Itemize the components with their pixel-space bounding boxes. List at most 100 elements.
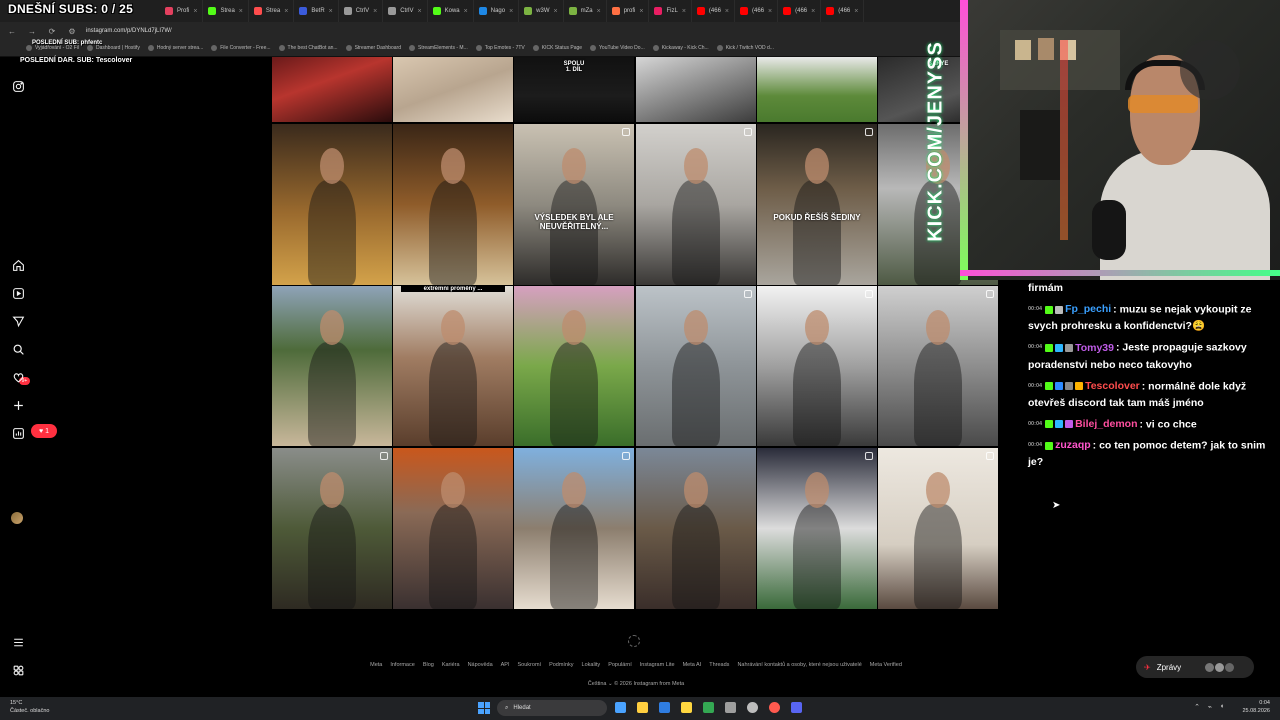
browser-tab[interactable]: Profi × [160,0,204,22]
post-thumbnail[interactable] [636,57,756,122]
footer-link[interactable]: Populární [608,662,632,668]
footer-link[interactable]: Nahrávání kontaktů a osoby, které nejsou… [737,662,861,668]
footer-language-copyright[interactable]: Čeština ⌄ © 2026 Instagram from Meta [272,681,1000,687]
close-icon[interactable]: × [811,8,815,15]
footer-link[interactable]: Lokality [582,662,601,668]
taskbar-app-icon[interactable] [703,702,714,713]
post-thumbnail[interactable] [393,57,513,122]
post-thumbnail[interactable]: POKUD ŘEŠÍŠ ŠEDINY [757,124,877,285]
footer-link[interactable]: Kariéra [442,662,460,668]
close-icon[interactable]: × [639,8,643,15]
home-icon[interactable] [11,258,25,272]
browser-tab[interactable]: w3W × [519,0,564,22]
browser-tab[interactable]: (466 × [778,0,822,22]
browser-tab[interactable]: BetR × [294,0,339,22]
close-icon[interactable]: × [193,8,197,15]
taskbar-app-icon[interactable] [659,702,670,713]
post-thumbnail[interactable] [878,448,998,609]
close-icon[interactable]: × [682,8,686,15]
instagram-icon[interactable] [11,79,25,93]
close-icon[interactable]: × [854,8,858,15]
bookmark-item[interactable]: Streamer Dashboard [345,45,401,51]
post-thumbnail[interactable]: extrémní proměny ... [393,286,513,446]
post-thumbnail[interactable]: VÝSLEDEK BYL ALE NEUVĚŘITELNÝ... [514,124,634,285]
footer-link[interactable]: Informace [390,662,414,668]
close-icon[interactable]: × [284,8,288,15]
browser-tab[interactable]: mZa × [564,0,607,22]
close-icon[interactable]: × [597,8,601,15]
footer-link[interactable]: Meta AI [683,662,702,668]
footer-link[interactable]: Meta [370,662,382,668]
profile-avatar[interactable] [11,512,23,524]
post-thumbnail[interactable]: SPOLU 1. DÍL [514,57,634,122]
footer-link[interactable]: Instagram Lite [640,662,675,668]
bookmark-item[interactable]: File Converter - Free... [211,45,271,51]
close-icon[interactable]: × [768,8,772,15]
browser-tab[interactable]: Strea × [203,0,249,22]
post-thumbnail[interactable] [272,448,392,609]
weather-widget[interactable]: 15°C Částeč. oblačno [10,699,49,715]
notifications-pill[interactable]: ♥ 1 [31,424,57,438]
windows-start-icon[interactable] [478,702,490,714]
bookmark-item[interactable]: Kickaway - Kick Ch... [652,45,709,51]
notifications-icon[interactable] [11,370,25,384]
chat-username[interactable]: zuzaqp [1055,439,1091,451]
close-icon[interactable]: × [329,8,333,15]
browser-tab[interactable]: FizL × [649,0,692,22]
menu-icon[interactable] [11,635,25,649]
volume-icon[interactable]: ◖ [1220,703,1224,710]
taskbar-app-icon[interactable] [769,702,780,713]
browser-tab[interactable]: Kowa × [428,0,474,22]
url-field[interactable]: instagram.com/p/DYNLd7jLI7W/ [86,28,172,34]
browser-tab[interactable]: Strea × [249,0,295,22]
bookmark-item[interactable]: Top Emotes - 7TV [475,45,525,51]
footer-link[interactable]: Threads [709,662,729,668]
post-thumbnail[interactable] [757,286,877,446]
footer-link[interactable]: Blog [423,662,434,668]
browser-tab[interactable]: CtrlV × [339,0,384,22]
post-thumbnail[interactable] [757,448,877,609]
close-icon[interactable]: × [464,8,468,15]
bookmark-item[interactable]: Hodný server strea... [147,45,203,51]
footer-link[interactable]: API [501,662,510,668]
post-thumbnail[interactable] [272,286,392,446]
bookmark-item[interactable]: StreamElements - M... [408,45,468,51]
reload-icon[interactable]: ⟳ [46,27,58,36]
post-thumbnail[interactable] [757,57,877,122]
bookmark-item[interactable]: KICK Status Page [532,45,582,51]
post-thumbnail[interactable] [272,124,392,285]
footer-link[interactable]: Nápověda [468,662,493,668]
more-icon[interactable] [11,663,25,677]
close-icon[interactable]: × [418,8,422,15]
post-thumbnail[interactable] [636,286,756,446]
tray-chevron-icon[interactable]: ⌃ [1194,703,1200,711]
browser-tab[interactable]: (466 × [821,0,865,22]
close-icon[interactable]: × [509,8,513,15]
browser-tab[interactable]: (466 × [692,0,736,22]
post-thumbnail[interactable] [393,448,513,609]
close-icon[interactable]: × [554,8,558,15]
chat-username[interactable]: Tomy39 [1075,342,1114,354]
taskbar-app-icon[interactable] [681,702,692,713]
taskbar-app-icon[interactable] [725,702,736,713]
post-thumbnail[interactable] [636,448,756,609]
dashboard-icon[interactable] [11,426,25,440]
bookmark-item[interactable]: The best ChatBot an... [278,45,338,51]
post-thumbnail[interactable] [878,286,998,446]
footer-link[interactable]: Soukromí [518,662,542,668]
bookmark-item[interactable]: YouTube Video Do... [590,45,645,51]
chat-username[interactable]: Bilej_demon [1075,418,1137,430]
search-icon[interactable] [11,342,25,356]
back-icon[interactable]: ← [6,27,18,36]
forward-icon[interactable]: → [26,27,38,36]
browser-tab[interactable]: profi × [607,0,650,22]
browser-tab[interactable]: CtrlV × [383,0,428,22]
bookmark-item[interactable]: Kick / Twitch VOD d... [716,45,774,51]
taskbar-app-icon[interactable] [615,702,626,713]
chat-username[interactable]: Fp_pechi [1065,303,1111,315]
chat-username[interactable]: Tescolover [1085,380,1140,392]
post-thumbnail[interactable] [393,124,513,285]
footer-link[interactable]: Podmínky [549,662,573,668]
post-thumbnail[interactable] [514,286,634,446]
post-thumbnail[interactable] [272,57,392,122]
